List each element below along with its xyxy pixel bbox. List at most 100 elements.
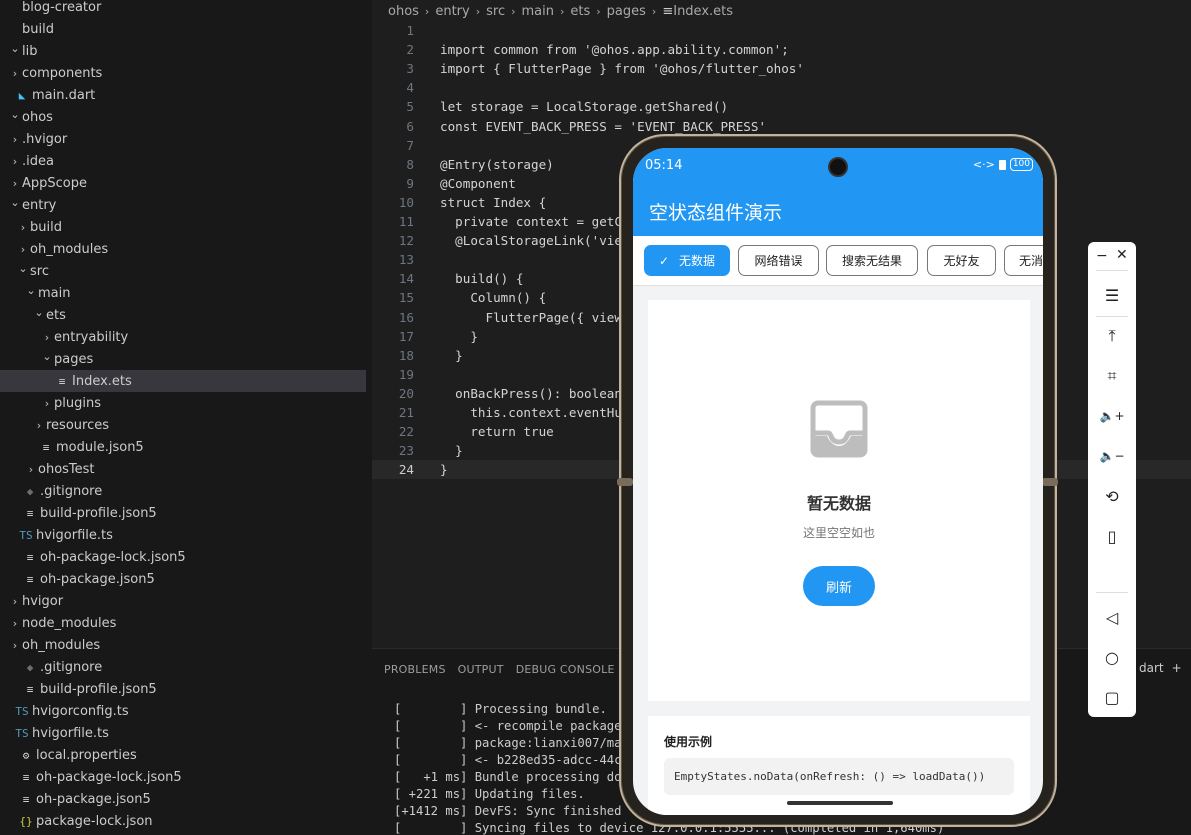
new-terminal-button[interactable]: + — [1172, 661, 1182, 675]
explorer-item-label: oh-package.json5 — [36, 791, 151, 807]
explorer-item[interactable]: › components — [0, 62, 366, 84]
explorer-item[interactable]: ≡ build-profile.json5 — [0, 678, 366, 700]
explorer-item[interactable]: ≡ build-profile.json5 — [0, 502, 366, 524]
breadcrumb-segment[interactable]: Index.ets — [673, 4, 733, 19]
explorer-item[interactable]: ≡ module.json5 — [0, 436, 366, 458]
home-icon[interactable]: ○ — [1088, 643, 1136, 671]
explorer-item[interactable]: ⌄ entry — [0, 194, 366, 216]
explorer-item[interactable]: › resources — [0, 414, 366, 436]
explorer-item[interactable]: ⌄ pages — [0, 348, 366, 370]
explorer-item[interactable]: › plugins — [0, 392, 366, 414]
explorer-item[interactable]: ⌄ ets — [0, 304, 366, 326]
code-text: } — [440, 462, 448, 478]
explorer-item[interactable]: ⌄ src — [0, 260, 366, 282]
breadcrumb-segment[interactable]: pages — [607, 4, 646, 19]
explorer-item-label: build — [30, 219, 62, 235]
explorer-item[interactable]: › ohosTest — [0, 458, 366, 480]
ts-file-icon: TS — [15, 704, 29, 718]
explorer-item[interactable]: › hvigor — [0, 590, 366, 612]
menu-icon[interactable]: ☰ — [1088, 281, 1136, 309]
panel-tab[interactable]: OUTPUT — [458, 661, 504, 679]
explorer-item-label: build-profile.json5 — [40, 681, 157, 697]
breadcrumb-segment[interactable]: main — [522, 4, 554, 19]
volume-down-icon[interactable]: 🔈− — [1088, 442, 1136, 470]
code-line[interactable]: 2 import common from '@ohos.app.ability.c… — [372, 40, 1191, 59]
minimize-button[interactable]: − — [1096, 248, 1108, 264]
fold-icon[interactable]: ▯ — [1088, 522, 1136, 550]
line-number: 3 — [406, 61, 414, 77]
explorer-item[interactable]: build — [0, 18, 366, 40]
explorer-item[interactable]: › AppScope — [0, 172, 366, 194]
refresh-button[interactable]: 刷新 — [803, 566, 875, 606]
explorer-item[interactable]: ◆ .gitignore — [0, 656, 366, 678]
code-text: const EVENT_BACK_PRESS = 'EVENT_BACK_PRE… — [440, 118, 767, 134]
chevron-right-icon: › — [12, 154, 18, 168]
filter-chip[interactable]: 网络错误 — [738, 245, 819, 276]
explorer-item[interactable]: TS hvigorconfig.ts — [0, 700, 366, 722]
explorer-item[interactable]: ≡ Index.ets — [0, 370, 366, 392]
explorer-item-label: .hvigor — [22, 131, 68, 147]
line-number: 2 — [406, 42, 414, 58]
explorer-item[interactable]: ≡ oh-package.json5 — [0, 788, 366, 810]
explorer-item[interactable]: ⌄ lib — [0, 40, 366, 62]
explorer-item[interactable]: › node_modules — [0, 612, 366, 634]
panel-tab[interactable]: DEBUG CONSOLE — [516, 661, 615, 679]
breadcrumb-segment[interactable]: ohos — [388, 4, 419, 19]
breadcrumb-segment[interactable]: entry — [435, 4, 469, 19]
filter-chip[interactable]: 无好友 — [927, 245, 996, 276]
explorer-item[interactable]: ◆ .gitignore — [0, 480, 366, 502]
line-number: 23 — [398, 443, 414, 459]
filter-chip[interactable]: ✓ 无数据 — [644, 245, 730, 276]
close-button[interactable]: ✕ — [1116, 247, 1128, 263]
code-line[interactable]: 4 — [372, 78, 1191, 97]
explorer-item[interactable]: ≡ oh-package-lock.json5 — [0, 766, 366, 788]
explorer-item[interactable]: TS hvigorfile.ts — [0, 722, 366, 744]
line-number: 5 — [406, 99, 414, 115]
terminal-name[interactable]: dart — [1139, 661, 1164, 675]
pin-top-icon[interactable]: ⤒ — [1088, 322, 1136, 350]
chevron-right-icon: › — [20, 242, 26, 256]
explorer-item[interactable]: › oh_modules — [0, 238, 366, 260]
explorer-item[interactable]: blog-creator — [0, 0, 366, 18]
explorer-item[interactable]: › oh_modules — [0, 634, 366, 656]
explorer-item[interactable]: ⌄ main — [0, 282, 366, 304]
explorer-item-label: oh_modules — [22, 637, 101, 653]
explorer-item[interactable]: ◣ main.dart — [0, 84, 366, 106]
explorer-item[interactable]: › build — [0, 216, 366, 238]
explorer-item-label: package-lock.json — [36, 813, 153, 829]
toolbar-divider — [1096, 270, 1128, 271]
rotate-icon[interactable]: ⟲ — [1088, 482, 1136, 510]
code-line[interactable]: 5 let storage = LocalStorage.getShared() — [372, 97, 1191, 116]
explorer-item[interactable]: › .hvigor — [0, 128, 366, 150]
breadcrumb-segment[interactable]: src — [486, 4, 505, 19]
breadcrumb-segment[interactable]: ets — [570, 4, 590, 19]
explorer-item[interactable]: {} package-lock.json — [0, 810, 366, 832]
explorer-item-label: ohos — [22, 109, 53, 125]
volume-up-icon[interactable]: 🔈+ — [1088, 402, 1136, 430]
usage-title: 使用示例 — [664, 735, 713, 749]
explorer-item[interactable]: › .idea — [0, 150, 366, 172]
filter-chip[interactable]: 无消 — [1004, 245, 1043, 276]
filter-chip-label: 搜索无结果 — [841, 254, 902, 268]
code-line[interactable]: 1 — [372, 21, 1191, 40]
code-line[interactable]: 3 import { FlutterPage } from '@ohos/flut… — [372, 59, 1191, 78]
explorer-item[interactable]: ≡ oh-package.json5 — [0, 568, 366, 590]
explorer-item[interactable]: ⚙ local.properties — [0, 744, 366, 766]
filter-chip-label: 无消 — [1019, 254, 1043, 268]
back-icon[interactable]: ◁ — [1088, 603, 1136, 631]
code-text: } — [440, 328, 478, 344]
crop-icon[interactable]: ⌗ — [1088, 362, 1136, 390]
panel-tab[interactable]: PROBLEMS — [384, 661, 446, 679]
filter-chip[interactable]: 搜索无结果 — [826, 245, 918, 276]
explorer-item[interactable]: › entryability — [0, 326, 366, 348]
home-indicator[interactable] — [787, 801, 893, 805]
code-line[interactable]: 6 const EVENT_BACK_PRESS = 'EVENT_BACK_PR… — [372, 117, 1191, 136]
phone-screen: 05:14 <·> 100 空状态组件演示 ✓ 无数据 网络错误 搜索无结果 无好友 无消… — [633, 148, 1043, 815]
ets-file-icon: ≡ — [58, 374, 66, 388]
explorer-item[interactable]: TS hvigorfile.ts — [0, 524, 366, 546]
json-file-icon: ≡ — [22, 770, 30, 784]
recents-icon[interactable]: ▢ — [1088, 683, 1136, 711]
explorer-item[interactable]: ≡ oh-package-lock.json5 — [0, 546, 366, 568]
explorer-item[interactable]: ⌄ ohos — [0, 106, 366, 128]
explorer-item-label: build-profile.json5 — [40, 505, 157, 521]
